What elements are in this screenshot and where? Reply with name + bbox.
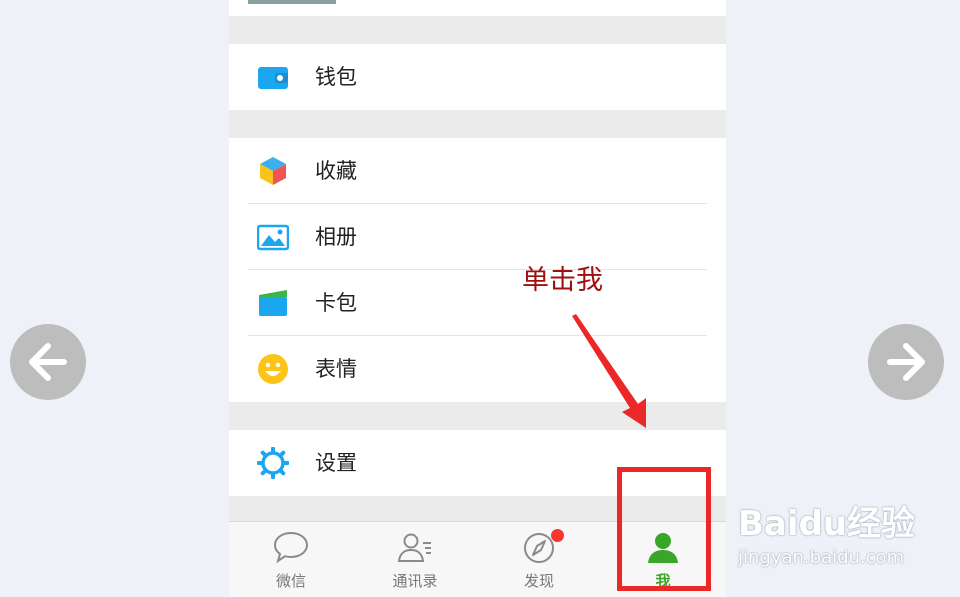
previous-button[interactable] bbox=[10, 324, 86, 400]
baidu-watermark: Baidu经验 jingyan.baidu.com bbox=[738, 496, 915, 568]
wallet-icon bbox=[258, 67, 288, 89]
card-icon bbox=[259, 290, 287, 316]
notification-badge bbox=[551, 529, 564, 542]
next-button[interactable] bbox=[868, 324, 944, 400]
tab-contacts[interactable]: 通讯录 bbox=[353, 522, 477, 597]
smiley-icon bbox=[258, 354, 288, 384]
tab-discover[interactable]: 发现 bbox=[477, 522, 601, 597]
qr-thumbnail bbox=[248, 0, 336, 4]
tab-label-discover: 发现 bbox=[523, 572, 554, 590]
arrow-right-icon bbox=[887, 343, 925, 381]
cube-icon bbox=[260, 157, 286, 185]
menu-label-cards: 卡包 bbox=[315, 291, 357, 315]
contacts-icon bbox=[397, 533, 431, 562]
menu-item-favorites[interactable]: 收藏 bbox=[229, 138, 726, 204]
menu-label-stickers: 表情 bbox=[315, 357, 357, 381]
menu-item-album[interactable]: 相册 bbox=[229, 204, 726, 270]
menu-label-favorites: 收藏 bbox=[315, 159, 357, 183]
watermark-brand: Baidu经验 bbox=[738, 504, 916, 544]
profile-row-partial[interactable] bbox=[229, 0, 726, 16]
watermark-url: jingyan.baidu.com bbox=[738, 547, 905, 568]
tab-chats[interactable]: 微信 bbox=[229, 522, 353, 597]
menu-item-wallet[interactable]: 钱包 bbox=[229, 44, 726, 110]
annotation-arrow bbox=[572, 314, 646, 428]
menu-label-settings: 设置 bbox=[315, 451, 357, 475]
tab-label-chats: 微信 bbox=[275, 572, 306, 590]
gear-icon bbox=[257, 447, 289, 479]
arrow-left-icon bbox=[29, 343, 67, 381]
annotation-text: 单击我 bbox=[522, 265, 603, 296]
tab-label-contacts: 通讯录 bbox=[392, 572, 438, 590]
menu-label-wallet: 钱包 bbox=[315, 65, 357, 89]
chat-bubble-icon bbox=[273, 531, 309, 564]
photo-icon bbox=[257, 224, 289, 251]
highlight-box bbox=[617, 467, 711, 591]
menu-label-album: 相册 bbox=[315, 225, 357, 249]
